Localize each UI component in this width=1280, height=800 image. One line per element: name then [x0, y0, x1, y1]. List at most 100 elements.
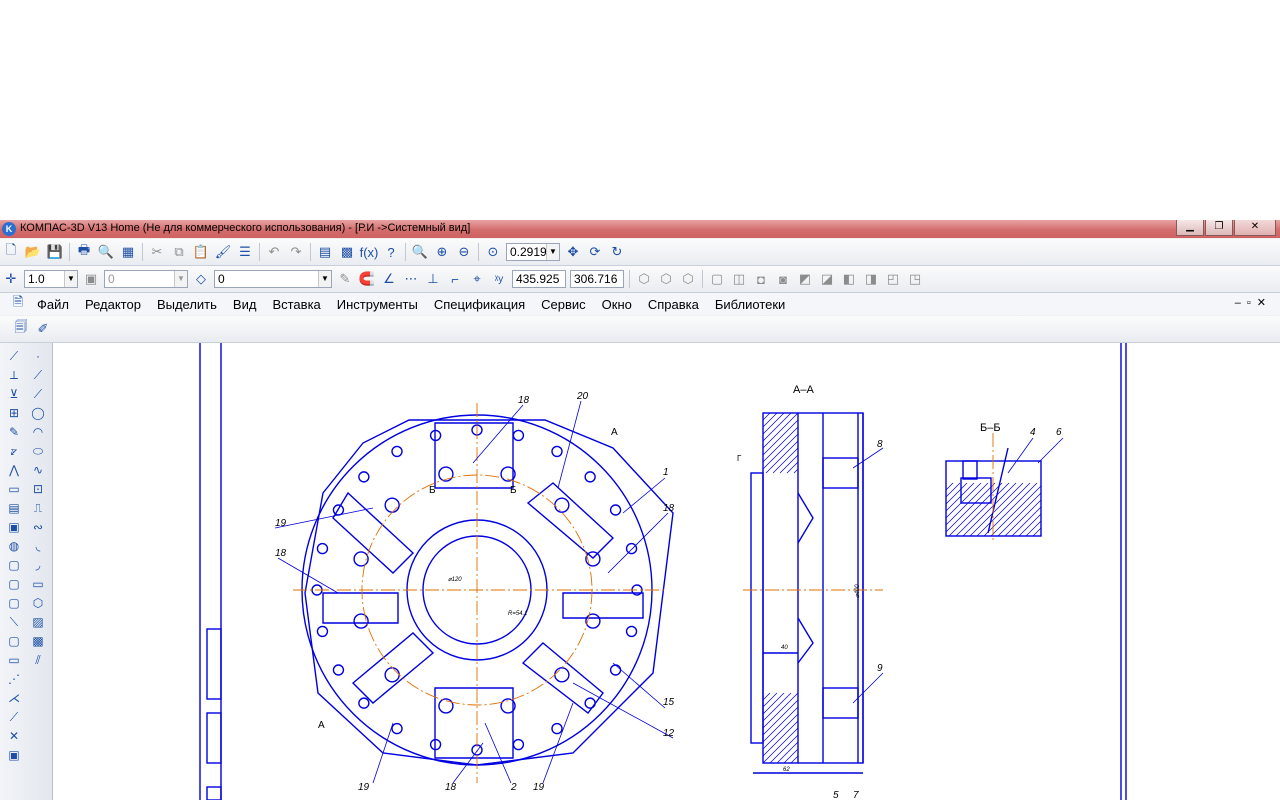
dimensions-icon[interactable]: ⟂	[4, 366, 24, 385]
chamfer-icon[interactable]: ◞	[28, 556, 48, 575]
menu-help[interactable]: Справка	[648, 297, 699, 312]
designations-icon[interactable]: ⊻	[4, 385, 24, 404]
refresh-icon[interactable]: ⟳	[585, 242, 605, 262]
print-icon[interactable]: 🖶	[74, 242, 94, 262]
view-orient-3-icon[interactable]: ⬡	[678, 269, 698, 289]
view-orient-2-icon[interactable]: ⬡	[656, 269, 676, 289]
section-view-icon[interactable]: ◪	[817, 269, 837, 289]
spec-icon[interactable]: ▤	[4, 499, 24, 518]
associative-view-icon[interactable]: ▭	[4, 480, 24, 499]
zoom-window-icon[interactable]: 🔍	[410, 242, 430, 262]
display-options-icon[interactable]: ◳	[905, 269, 925, 289]
format-brush-icon[interactable]: 🖌	[213, 242, 233, 262]
paste-icon[interactable]: 📋	[191, 242, 211, 262]
contour-icon[interactable]: ⎍	[28, 499, 48, 518]
menu-libraries[interactable]: Библиотеки	[715, 297, 785, 312]
point-icon[interactable]: ·	[28, 347, 48, 366]
circle-icon[interactable]: ◯	[28, 404, 48, 423]
menu-view[interactable]: Вид	[233, 297, 257, 312]
tool-18-icon[interactable]: ⋰	[4, 670, 24, 689]
hidden-lines-icon[interactable]: ◫	[729, 269, 749, 289]
ortho-icon[interactable]: ∠	[379, 269, 399, 289]
fill-icon[interactable]: ▩	[28, 632, 48, 651]
shaded-edges-icon[interactable]: ◙	[773, 269, 793, 289]
maximize-button[interactable]: ❐	[1205, 220, 1233, 236]
style-lock-icon[interactable]: ✎	[335, 269, 355, 289]
properties-icon[interactable]: ☰	[235, 242, 255, 262]
style-combo[interactable]: 0 ▼	[214, 270, 332, 288]
rectangle-icon[interactable]: ▭	[28, 575, 48, 594]
coord-y-field[interactable]: 306.716	[570, 270, 624, 288]
view-orient-1-icon[interactable]: ⬡	[634, 269, 654, 289]
shaded-icon[interactable]: ◘	[751, 269, 771, 289]
preview-icon[interactable]: 🔍	[96, 242, 116, 262]
segment-icon[interactable]: ⟋	[28, 385, 48, 404]
tool-20-icon[interactable]: ⟋	[4, 708, 24, 727]
drawing-canvas[interactable]: А–А Б–Б А А Б Б Г 18 20 1 18 19 18 15 12…	[53, 343, 1280, 800]
tool-13-icon[interactable]: ▢	[4, 575, 24, 594]
wireframe-icon[interactable]: ▢	[707, 269, 727, 289]
coord-x-field[interactable]: 435.925	[512, 270, 566, 288]
perspective-icon[interactable]: ◩	[795, 269, 815, 289]
menu-file[interactable]: Файл	[37, 297, 69, 312]
tool-21-icon[interactable]: ✕	[4, 727, 24, 746]
zoom-scale-icon[interactable]: ⊙	[483, 242, 503, 262]
snap-settings-icon[interactable]: ⌖	[467, 269, 487, 289]
orbit-icon[interactable]: ◨	[861, 269, 881, 289]
menu-select[interactable]: Выделить	[157, 297, 217, 312]
polyline-icon[interactable]: ⊡	[28, 480, 48, 499]
cut-icon[interactable]: ✂	[147, 242, 167, 262]
ortho-mode-icon[interactable]: ⌐	[445, 269, 465, 289]
menu-tools[interactable]: Инструменты	[337, 297, 418, 312]
menu-insert[interactable]: Вставка	[272, 297, 320, 312]
save-icon[interactable]: 💾	[45, 242, 65, 262]
minimize-button[interactable]: ▁	[1176, 220, 1204, 236]
hatch-icon[interactable]: ▨	[28, 613, 48, 632]
tool-12-icon[interactable]: ▢	[4, 556, 24, 575]
equidistant-icon[interactable]: ⫽	[28, 651, 48, 670]
menu-editor[interactable]: Редактор	[85, 297, 141, 312]
variables-icon[interactable]: f(x)	[359, 242, 379, 262]
tool-19-icon[interactable]: ⋌	[4, 689, 24, 708]
tool-16-icon[interactable]: ▢	[4, 632, 24, 651]
aux-line-icon[interactable]: ⟋	[28, 366, 48, 385]
title-bar[interactable]: K КОМПАС-3D V13 Home (Не для коммерческо…	[0, 220, 1280, 238]
snap-magnet-icon[interactable]: 🧲	[357, 269, 377, 289]
tool-17-icon[interactable]: ▭	[4, 651, 24, 670]
close-button[interactable]: ✕	[1234, 220, 1276, 236]
edit-icon[interactable]: ⊞	[4, 404, 24, 423]
tool-22-icon[interactable]: ▣	[4, 746, 24, 765]
edit-pencil-icon[interactable]: ✐	[33, 319, 53, 339]
geometry-icon[interactable]: ⟋	[4, 347, 24, 366]
zoom-in-icon[interactable]: ⊕	[432, 242, 452, 262]
layer-state-icon[interactable]: ▣	[81, 269, 101, 289]
select-icon[interactable]: ⋀	[4, 461, 24, 480]
redraw-icon[interactable]: ↻	[607, 242, 627, 262]
layer-combo[interactable]: 0 ▼	[104, 270, 188, 288]
cursor-step-icon[interactable]: ✛	[1, 269, 21, 289]
bezier-icon[interactable]: ∾	[28, 518, 48, 537]
copy-icon[interactable]: ⧉	[169, 242, 189, 262]
library-icon[interactable]: ▩	[337, 242, 357, 262]
undo-icon[interactable]: ↶	[264, 242, 284, 262]
pan-icon[interactable]: ✥	[563, 242, 583, 262]
page-icon[interactable]: 🗐	[11, 319, 31, 339]
render-icon[interactable]: ◧	[839, 269, 859, 289]
grid-icon[interactable]: ⋯	[401, 269, 421, 289]
fillet-icon[interactable]: ◟	[28, 537, 48, 556]
local-cs-icon[interactable]: ⊥	[423, 269, 443, 289]
cursor-step-combo[interactable]: 1.0 ▼	[24, 270, 78, 288]
document-icon[interactable]: 🗎	[8, 294, 28, 314]
tool-14-icon[interactable]: ▢	[4, 594, 24, 613]
report-icon[interactable]: ▣	[4, 518, 24, 537]
parametrization-icon[interactable]: ✎	[4, 423, 24, 442]
redo-icon[interactable]: ↷	[286, 242, 306, 262]
measure-icon[interactable]: ⦫	[4, 442, 24, 461]
tool-15-icon[interactable]: ⟍	[4, 613, 24, 632]
polygon-icon[interactable]: ⬡	[28, 594, 48, 613]
open-file-icon[interactable]: 📂	[23, 242, 43, 262]
menu-window[interactable]: Окно	[602, 297, 632, 312]
manager-icon[interactable]: ▤	[315, 242, 335, 262]
menu-service[interactable]: Сервис	[541, 297, 586, 312]
ellipse-icon[interactable]: ⬭	[28, 442, 48, 461]
